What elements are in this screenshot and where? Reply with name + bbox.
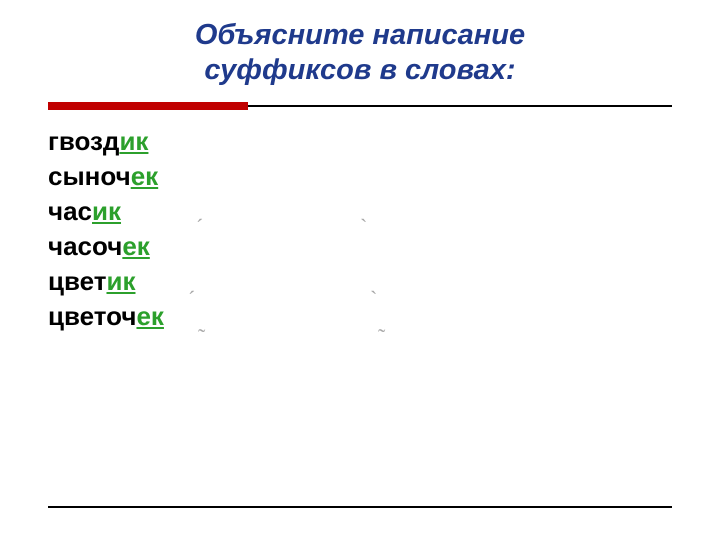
accent-mark: ´ xyxy=(188,288,195,310)
bottom-rule xyxy=(48,506,672,508)
word-item: сыночек xyxy=(48,159,672,194)
slide: Объясните написание суффиксов в словах: … xyxy=(0,0,720,540)
word-suffix: ик xyxy=(106,266,135,296)
word-suffix: ек xyxy=(122,231,149,261)
word-root: цвет xyxy=(48,266,106,296)
title-line-2: суффиксов в словах: xyxy=(204,54,515,86)
word-item: цветочек xyxy=(48,299,672,334)
rule-red-accent xyxy=(48,102,248,110)
word-root: час xyxy=(48,196,92,226)
slide-title: Объясните написание суффиксов в словах: xyxy=(48,18,672,88)
title-line-1: Объясните написание xyxy=(195,19,525,51)
word-item: гвоздик xyxy=(48,124,672,159)
word-root: сыноч xyxy=(48,161,131,191)
accent-mark: ´ xyxy=(196,216,203,238)
word-suffix: ек xyxy=(131,161,158,191)
accent-mark: ` xyxy=(360,216,367,238)
title-rule xyxy=(48,102,672,110)
accent-mark: ˜ xyxy=(198,326,205,348)
accent-mark: ` xyxy=(370,288,377,310)
accent-mark: ˜ xyxy=(378,326,385,348)
word-root: гвозд xyxy=(48,126,119,156)
word-suffix: ик xyxy=(119,126,148,156)
word-suffix: ик xyxy=(92,196,121,226)
word-suffix: ек xyxy=(136,301,163,331)
word-root: цветоч xyxy=(48,301,136,331)
word-root: часоч xyxy=(48,231,122,261)
word-item: цветик xyxy=(48,264,672,299)
